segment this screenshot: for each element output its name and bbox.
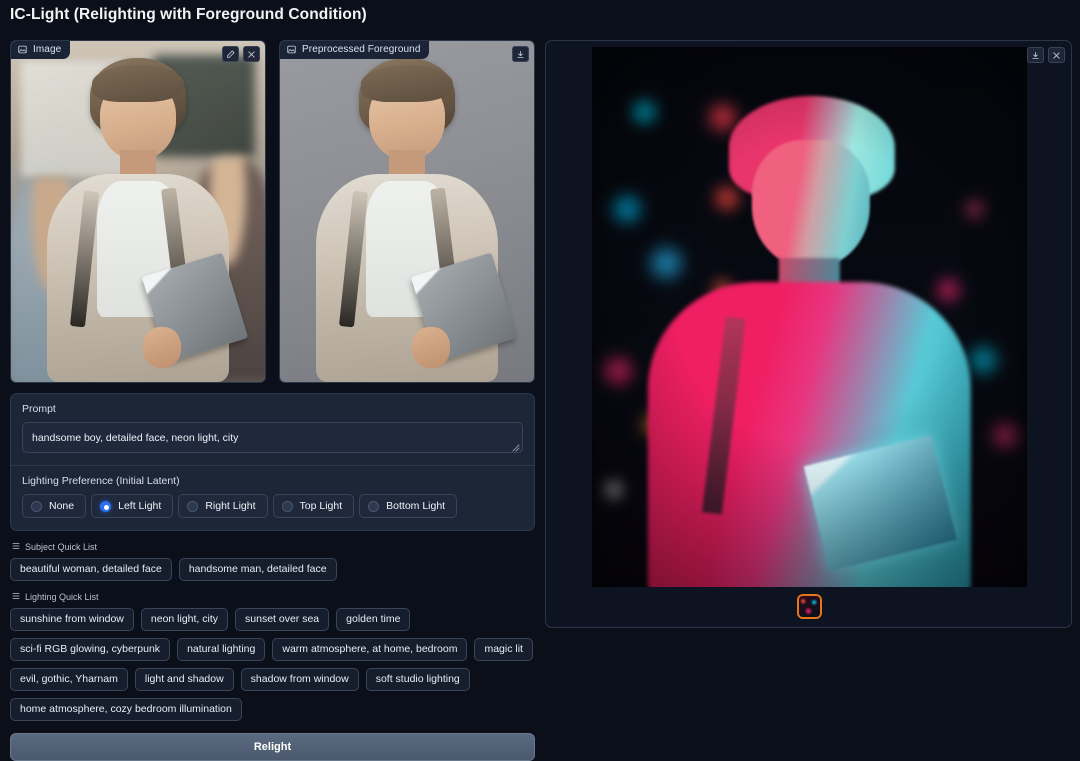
image-icon [18,45,27,54]
lighting-chip[interactable]: evil, gothic, Yharnam [10,668,128,691]
lighting-chip[interactable]: sunset over sea [235,608,329,631]
image-icon [287,45,296,54]
list-icon [12,592,20,602]
lighting-chip[interactable]: soft studio lighting [366,668,470,691]
radio-label: Bottom Light [386,500,445,512]
prompt-input[interactable]: handsome boy, detailed face, neon light,… [22,422,523,453]
lighting-chip[interactable]: natural lighting [177,638,265,661]
radio-option-right-light[interactable]: Right Light [178,494,267,518]
lighting-chip[interactable]: home atmosphere, cozy bedroom illuminati… [10,698,242,721]
lighting-chip[interactable]: neon light, city [141,608,228,631]
foreground-image-card[interactable]: Preprocessed Foreground [279,40,535,383]
subject-quick-list-label: Subject Quick List [25,542,97,552]
lighting-quick-list-header: Lighting Quick List [10,592,535,602]
input-image-preview[interactable] [11,41,265,382]
lighting-chip[interactable]: shadow from window [241,668,359,691]
lighting-chip[interactable]: light and shadow [135,668,234,691]
subject-quick-list: Subject Quick List beautiful woman, deta… [10,542,535,581]
radio-dot-icon [368,501,379,512]
input-image-card[interactable]: Image [10,40,266,383]
radio-dot-icon [282,501,293,512]
input-image-label: Image [33,44,61,55]
page-title: IC-Light (Relighting with Foreground Con… [10,6,367,24]
radio-dot-icon [187,501,198,512]
radio-dot-icon [100,501,111,512]
result-panel [545,40,1072,628]
radio-label: None [49,500,74,512]
radio-option-bottom-light[interactable]: Bottom Light [359,494,457,518]
prompt-section: Prompt handsome boy, detailed face, neon… [11,394,534,465]
prompt-label: Prompt [22,403,523,415]
radio-label: Left Light [118,500,161,512]
prompt-value: handsome boy, detailed face, neon light,… [32,432,238,444]
close-icon[interactable] [1048,47,1065,63]
result-gallery [592,587,1027,625]
lighting-preference-section: Lighting Preference (Initial Latent) Non… [11,466,534,530]
lighting-chip[interactable]: sunshine from window [10,608,134,631]
input-image-toolbar [222,46,260,62]
clear-icon[interactable] [243,46,260,62]
list-icon [12,542,20,552]
relight-button[interactable]: Relight [10,733,535,761]
subject-boy-foreground [280,41,534,382]
lighting-preference-radio-group: None Left Light Right Light Top Light Bo… [22,494,523,518]
lighting-preference-label: Lighting Preference (Initial Latent) [22,475,523,487]
lighting-chip[interactable]: warm atmosphere, at home, bedroom [272,638,467,661]
subject-boy [11,41,265,382]
radio-option-left-light[interactable]: Left Light [91,494,173,518]
subject-chip[interactable]: beautiful woman, detailed face [10,558,172,581]
foreground-image-label: Preprocessed Foreground [302,44,420,55]
radio-label: Top Light [300,500,343,512]
boy-fringe [92,65,183,103]
prompt-panel: Prompt handsome boy, detailed face, neon… [10,393,535,531]
boy-hand [143,327,181,368]
lighting-chip[interactable]: sci-fi RGB glowing, cyberpunk [10,638,170,661]
resize-grip-icon[interactable] [512,443,520,451]
radio-dot-icon [31,501,42,512]
result-stage [592,47,1027,625]
result-image[interactable] [592,47,1027,587]
foreground-image-label-chip: Preprocessed Foreground [280,41,429,59]
boy-fringe [361,65,452,103]
input-image-label-chip: Image [11,41,70,59]
lighting-quick-list-label: Lighting Quick List [25,592,99,602]
download-icon[interactable] [1027,47,1044,63]
radio-label: Right Light [205,500,255,512]
thumbnail-preview [799,596,820,617]
lighting-chip-row: sunshine from window neon light, city su… [10,608,540,721]
lighting-chip[interactable]: magic lit [474,638,533,661]
foreground-image-preview[interactable] [280,41,534,382]
foreground-image-toolbar [512,46,529,62]
vignette-overlay [592,47,1027,587]
result-thumbnail-1[interactable] [797,594,822,619]
boy-hand [412,327,450,368]
subject-chip-row: beautiful woman, detailed face handsome … [10,558,540,581]
subject-quick-list-header: Subject Quick List [10,542,535,552]
radio-option-none[interactable]: None [22,494,86,518]
download-icon[interactable] [512,46,529,62]
radio-option-top-light[interactable]: Top Light [273,494,355,518]
lighting-quick-list: Lighting Quick List sunshine from window… [10,592,535,721]
subject-chip[interactable]: handsome man, detailed face [179,558,337,581]
left-column: Image [10,40,535,761]
lighting-chip[interactable]: golden time [336,608,410,631]
result-toolbar [1027,47,1065,63]
input-images-row: Image [10,40,535,383]
edit-icon[interactable] [222,46,239,62]
